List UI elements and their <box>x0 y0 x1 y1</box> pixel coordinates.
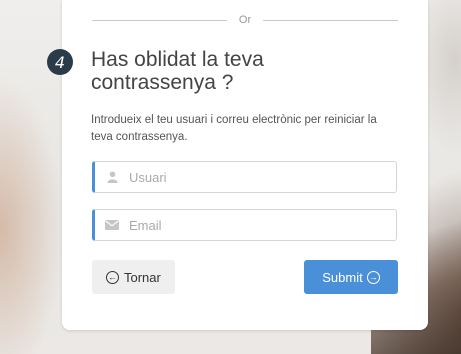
divider-line-left <box>92 19 227 21</box>
page-title: Has oblidat la teva contrassenya ? <box>91 48 264 94</box>
forgot-password-card: Or Has oblidat la teva contrassenya ? In… <box>62 0 428 330</box>
back-button[interactable]: ← Tornar <box>92 260 175 294</box>
back-button-label: Tornar <box>124 269 161 285</box>
divider-line-right <box>263 19 399 21</box>
step-number-badge: 4 <box>47 49 73 75</box>
or-text: Or <box>238 14 252 26</box>
envelope-icon <box>105 220 119 230</box>
username-input[interactable] <box>127 168 396 186</box>
submit-button[interactable]: Submit → <box>304 260 398 294</box>
or-divider: Or <box>92 12 399 28</box>
form-description: Introdueix el teu usuari i correu electr… <box>91 114 377 143</box>
username-field[interactable] <box>92 161 397 193</box>
submit-button-label: Submit <box>322 269 363 285</box>
user-icon <box>105 171 119 183</box>
email-field[interactable] <box>92 209 397 241</box>
circle-arrow-left-icon: ← <box>106 270 119 284</box>
circle-arrow-right-icon: → <box>366 270 380 284</box>
email-input[interactable] <box>127 216 396 234</box>
